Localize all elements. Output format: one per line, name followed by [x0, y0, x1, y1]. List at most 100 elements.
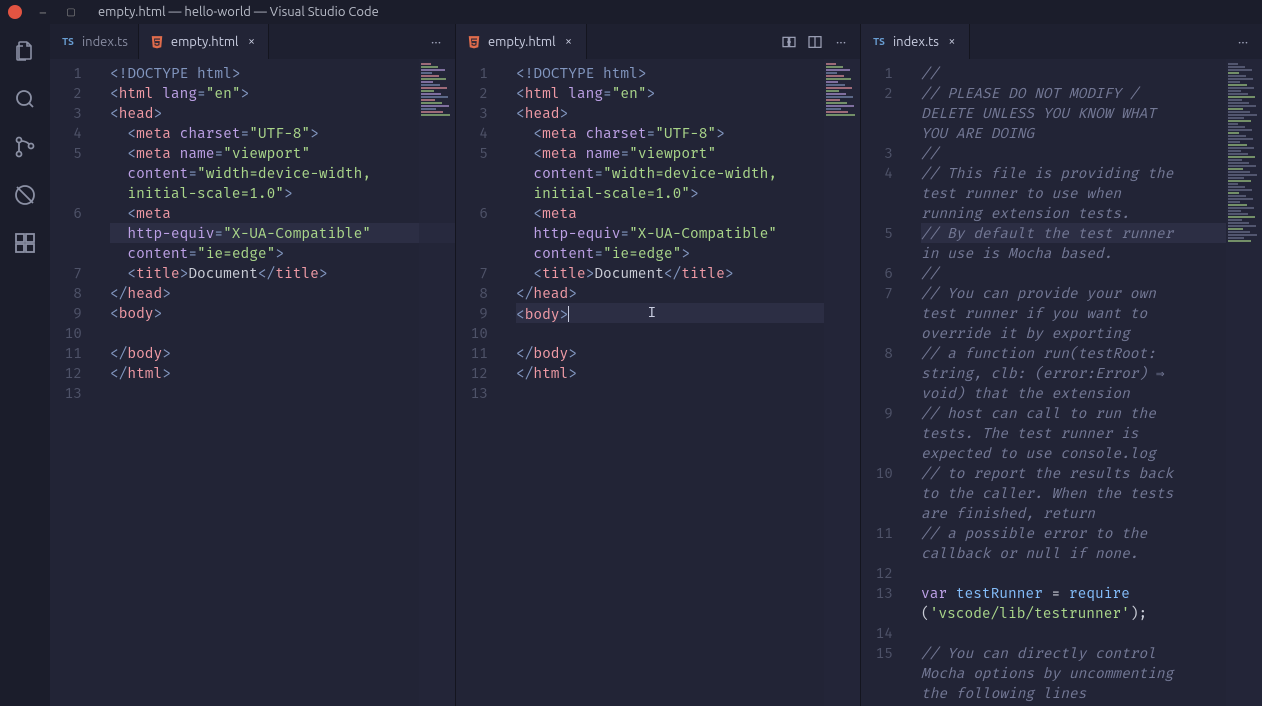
code-line[interactable]: <meta charset="UTF-8"> — [516, 123, 860, 143]
code-line[interactable] — [516, 323, 860, 343]
code-line[interactable]: content="ie=edge"> — [110, 243, 455, 263]
editor-body[interactable]: 12345678910111213 <!DOCTYPE html><html l… — [456, 59, 860, 706]
code-line[interactable]: callback or null if none. — [921, 543, 1262, 563]
code-line[interactable]: // — [921, 63, 1262, 83]
code-line[interactable]: <title>Document</title> — [516, 263, 860, 283]
tab-empty-html[interactable]: empty.html× — [139, 24, 270, 59]
line-number: 7 — [861, 283, 893, 303]
code-line[interactable]: // host can call to run the — [921, 403, 1262, 423]
code-line[interactable]: <title>Document</title> — [110, 263, 455, 283]
tab-index-ts[interactable]: TSindex.ts× — [861, 24, 970, 59]
scm-icon[interactable] — [12, 134, 38, 160]
code-line[interactable]: running extension tests. — [921, 203, 1262, 223]
code-line[interactable]: <meta name="viewport" — [516, 143, 860, 163]
code-line[interactable]: </body> — [516, 343, 860, 363]
line-number: 12 — [50, 363, 82, 383]
code-line[interactable]: content="width=device-width, — [110, 163, 455, 183]
close-icon[interactable]: × — [562, 35, 576, 49]
code-line[interactable]: // — [921, 263, 1262, 283]
code-line[interactable]: </html> — [516, 363, 860, 383]
close-icon[interactable]: × — [244, 35, 258, 49]
code-line[interactable]: in use is Mocha based. — [921, 243, 1262, 263]
code-line[interactable]: http-equiv="X-UA-Compatible" — [516, 223, 860, 243]
code-line[interactable]: <meta — [516, 203, 860, 223]
code-line[interactable] — [110, 383, 455, 403]
line-number — [456, 223, 488, 243]
more-icon[interactable]: ··· — [1234, 34, 1252, 50]
code-line[interactable]: <!DOCTYPE html> — [516, 63, 860, 83]
window-close-icon[interactable] — [8, 5, 22, 19]
debug-icon[interactable] — [12, 182, 38, 208]
code-line[interactable]: content="width=device-width, — [516, 163, 860, 183]
editor-body[interactable]: 123456789101112131415 //// PLEASE DO NOT… — [861, 59, 1262, 706]
editor-body[interactable]: 12345678910111213 <!DOCTYPE html><html l… — [50, 59, 455, 706]
code-line[interactable]: <meta charset="UTF-8"> — [110, 123, 455, 143]
code-line[interactable]: <!DOCTYPE html> — [110, 63, 455, 83]
minimap[interactable] — [824, 59, 860, 706]
code-line[interactable]: <head> — [110, 103, 455, 123]
split-editor-icon[interactable] — [806, 34, 824, 50]
code-line[interactable]: // PLEASE DO NOT MODIFY / — [921, 83, 1262, 103]
code-line[interactable]: <meta — [110, 203, 455, 223]
code-line[interactable]: <body> I — [516, 303, 824, 323]
code-line[interactable]: YOU ARE DOING — [921, 123, 1262, 143]
code-line[interactable]: <body> — [110, 303, 455, 323]
code-line[interactable]: <meta name="viewport" — [110, 143, 455, 163]
code-line[interactable]: content="ie=edge"> — [516, 243, 860, 263]
line-number: 10 — [456, 323, 488, 343]
code-line[interactable]: </head> — [516, 283, 860, 303]
code-line[interactable]: http-equiv="X-UA-Compatible" — [110, 223, 455, 243]
code-line[interactable]: expected to use console.log — [921, 443, 1262, 463]
tab-index-ts[interactable]: TSindex.ts — [50, 24, 139, 59]
code-line[interactable]: tests. The test runner is — [921, 423, 1262, 443]
code-line[interactable]: // By default the test runner — [921, 223, 1226, 243]
code-line[interactable]: <head> — [516, 103, 860, 123]
code-line[interactable]: are finished, return — [921, 503, 1262, 523]
explorer-icon[interactable] — [12, 38, 38, 64]
line-number — [861, 103, 893, 123]
code-line[interactable]: override it by exporting — [921, 323, 1262, 343]
window-minimize-icon[interactable] — [36, 5, 50, 19]
minimap[interactable] — [1226, 59, 1262, 706]
code-line[interactable] — [110, 323, 455, 343]
code-line[interactable]: </head> — [110, 283, 455, 303]
code-line[interactable]: Mocha options by uncommenting — [921, 663, 1262, 683]
code-line[interactable]: <html lang="en"> — [516, 83, 860, 103]
code-line[interactable]: // This file is providing the — [921, 163, 1262, 183]
code-line[interactable]: initial-scale=1.0"> — [516, 183, 860, 203]
minimap[interactable] — [419, 59, 455, 706]
code-line[interactable] — [921, 563, 1262, 583]
line-number — [861, 663, 893, 683]
code-line[interactable]: </html> — [110, 363, 455, 383]
close-icon[interactable]: × — [945, 35, 959, 49]
code-line[interactable]: string, clb: (error:Error) ⇒ — [921, 363, 1262, 383]
code-line[interactable]: // a function run(testRoot: — [921, 343, 1262, 363]
editor-group-3: TSindex.ts× ··· 123456789101112131415 //… — [860, 24, 1262, 706]
code-line[interactable]: to the caller. When the tests — [921, 483, 1262, 503]
code-line[interactable]: </body> — [110, 343, 455, 363]
code-line[interactable]: test runner if you want to — [921, 303, 1262, 323]
code-line[interactable]: // You can provide your own — [921, 283, 1262, 303]
line-number: 1 — [50, 63, 82, 83]
tab-empty-html[interactable]: empty.html× — [456, 24, 587, 59]
code-line[interactable]: // to report the results back — [921, 463, 1262, 483]
code-line[interactable]: <html lang="en"> — [110, 83, 455, 103]
code-line[interactable]: // a possible error to the — [921, 523, 1262, 543]
code-line[interactable]: // You can directly control — [921, 643, 1262, 663]
code-line[interactable]: the following lines — [921, 683, 1262, 703]
search-icon[interactable] — [12, 86, 38, 112]
code-line[interactable] — [516, 383, 860, 403]
code-line[interactable]: initial-scale=1.0"> — [110, 183, 455, 203]
code-line[interactable]: // — [921, 143, 1262, 163]
window-maximize-icon[interactable] — [64, 5, 78, 19]
code-line[interactable]: var testRunner = require — [921, 583, 1262, 603]
more-icon[interactable]: ··· — [832, 34, 850, 50]
code-line[interactable]: void) that the extension — [921, 383, 1262, 403]
compare-icon[interactable] — [780, 34, 798, 50]
more-icon[interactable]: ··· — [427, 34, 445, 50]
code-line[interactable]: ('vscode/lib/testrunner'); — [921, 603, 1262, 623]
code-line[interactable]: DELETE UNLESS YOU KNOW WHAT — [921, 103, 1262, 123]
code-line[interactable] — [921, 623, 1262, 643]
code-line[interactable]: test runner to use when — [921, 183, 1262, 203]
extensions-icon[interactable] — [12, 230, 38, 256]
